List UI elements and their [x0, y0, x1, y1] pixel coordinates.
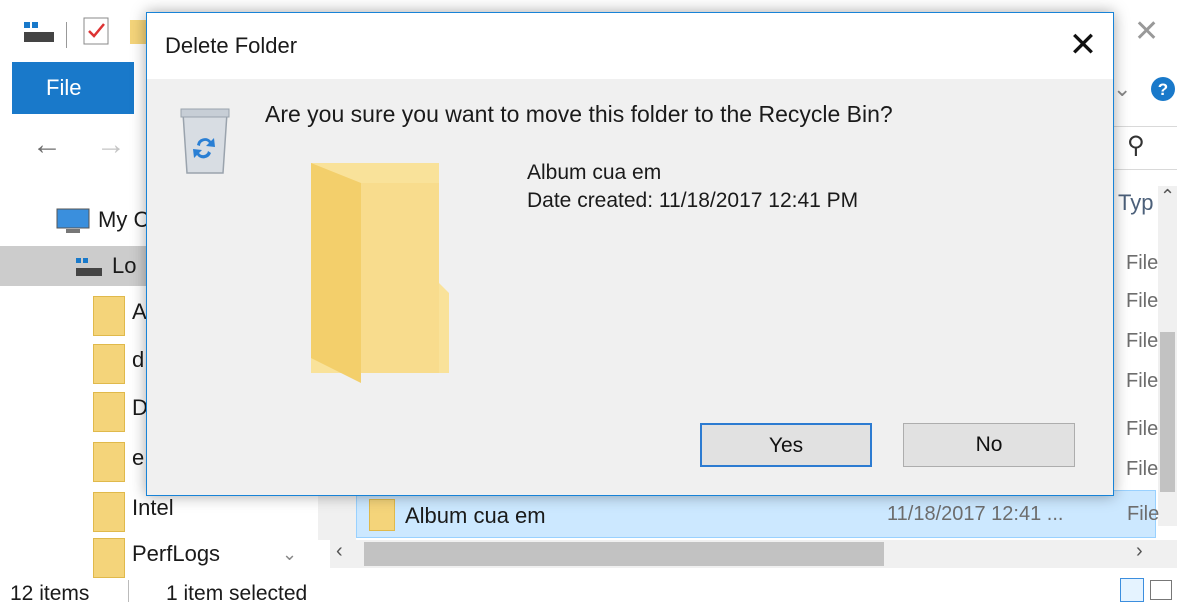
- details-view-icon[interactable]: [1120, 578, 1144, 602]
- large-icons-view-icon[interactable]: [1150, 580, 1172, 600]
- dialog-title: Delete Folder: [165, 33, 298, 58]
- svg-text:?: ?: [1158, 80, 1168, 99]
- nav-label: d: [132, 347, 145, 372]
- scroll-left-icon[interactable]: ‹: [336, 540, 343, 563]
- type-cell: File: [1126, 330, 1159, 352]
- row-type: File: [1127, 503, 1160, 525]
- close-icon[interactable]: ✕: [1053, 13, 1113, 79]
- delete-folder-dialog: Delete Folder ✕ Are you sure you want to…: [146, 12, 1114, 496]
- back-arrow-icon[interactable]: ←: [32, 128, 62, 162]
- drive-icon: [24, 22, 54, 42]
- scroll-up-icon[interactable]: ⌃: [1160, 186, 1175, 207]
- type-cell: File: [1126, 418, 1159, 440]
- row-date: 11/18/2017 12:41 ...: [887, 503, 1064, 525]
- folder-icon: [93, 296, 125, 336]
- computer-icon: [56, 208, 90, 233]
- folder-icon: [93, 492, 125, 532]
- type-cell: File: [1126, 290, 1159, 312]
- row-name: Album cua em: [405, 503, 546, 528]
- drive-icon: [76, 258, 102, 276]
- toolbar-divider: [66, 22, 67, 48]
- recycle-bin-icon: [180, 108, 230, 174]
- yes-button[interactable]: Yes: [700, 423, 872, 467]
- folder-icon: [369, 499, 395, 531]
- expand-ribbon-icon[interactable]: ⌄: [1113, 76, 1131, 102]
- nav-label: PerfLogs: [132, 541, 221, 566]
- status-item-count: 12 items: [10, 582, 90, 605]
- item-name: Album cua em: [527, 161, 662, 184]
- nav-item-perflogs[interactable]: PerfLogs ⌄: [0, 534, 330, 578]
- help-icon[interactable]: ?: [1150, 76, 1176, 102]
- properties-icon[interactable]: [82, 16, 112, 46]
- nav-scrollbar[interactable]: [318, 490, 356, 540]
- nav-label: A: [132, 299, 147, 324]
- new-folder-icon[interactable]: [130, 18, 146, 46]
- folder-icon: [93, 392, 125, 432]
- table-row-selected[interactable]: Album cua em 11/18/2017 12:41 ... File: [356, 490, 1160, 538]
- nav-label: My C: [98, 207, 150, 232]
- folder-icon: [311, 163, 449, 383]
- folder-icon: [93, 442, 125, 482]
- nav-label: e: [132, 445, 145, 470]
- search-input[interactable]: ⚲: [1112, 126, 1177, 170]
- status-divider: [128, 580, 129, 602]
- list-horizontal-scrollbar[interactable]: ‹ ›: [330, 540, 1177, 568]
- dialog-titlebar: Delete Folder ✕: [147, 13, 1113, 79]
- nav-label: Lo: [112, 253, 137, 278]
- scroll-down-icon[interactable]: ⌄: [282, 534, 297, 574]
- search-icon: ⚲: [1127, 132, 1145, 159]
- status-bar: 12 items 1 item selected: [0, 578, 1177, 607]
- file-tab[interactable]: File: [12, 62, 134, 114]
- type-cell: File: [1126, 252, 1159, 274]
- scroll-right-icon[interactable]: ›: [1136, 540, 1143, 563]
- type-cell: File: [1126, 458, 1159, 480]
- list-vertical-scrollbar[interactable]: ⌃: [1158, 186, 1177, 526]
- type-cell: File: [1126, 370, 1159, 392]
- folder-icon: [93, 538, 125, 578]
- forward-arrow-icon[interactable]: →: [96, 128, 126, 162]
- item-date-created: Date created: 11/18/2017 12:41 PM: [527, 189, 859, 212]
- folder-icon: [93, 344, 125, 384]
- no-button[interactable]: No: [903, 423, 1075, 467]
- dialog-question: Are you sure you want to move this folde…: [265, 101, 893, 127]
- scroll-thumb[interactable]: [1160, 332, 1175, 492]
- status-selected: 1 item selected: [166, 582, 308, 605]
- scroll-thumb[interactable]: [364, 542, 884, 566]
- column-header-type[interactable]: Typ: [1118, 190, 1163, 230]
- window-close-icon[interactable]: ✕: [1134, 14, 1159, 49]
